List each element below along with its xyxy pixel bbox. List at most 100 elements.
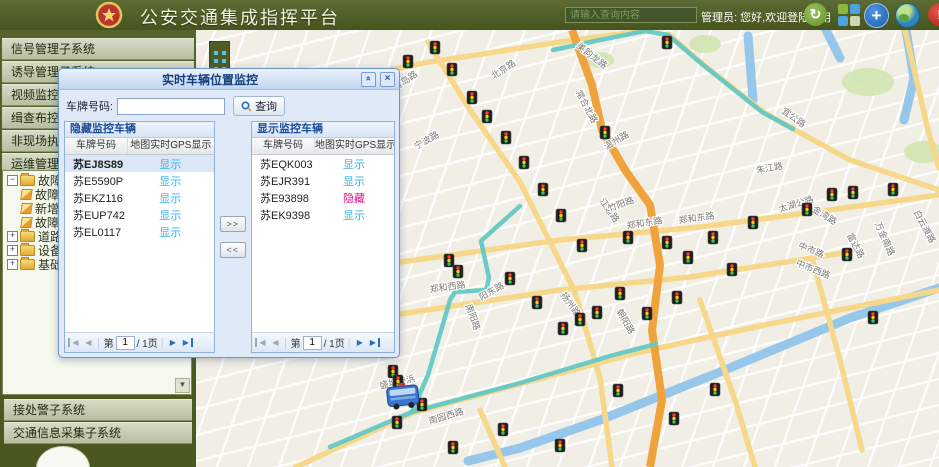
gps-toggle-link[interactable]: 显示 — [343, 210, 365, 222]
traffic-light-icon[interactable] — [662, 236, 672, 249]
dialog-title: 实时车辆位置监控 — [59, 71, 361, 88]
expand-node-icon[interactable]: + — [7, 231, 18, 242]
page-number-input[interactable] — [303, 336, 322, 350]
traffic-light-icon[interactable] — [575, 313, 585, 326]
first-page-icon[interactable]: ◀ — [255, 338, 268, 347]
dialog-titlebar[interactable]: 实时车辆位置监控 « × — [59, 69, 399, 90]
vehicle-row[interactable]: 苏E93898隐藏 — [252, 189, 394, 206]
recycle-icon[interactable]: ↻ — [804, 3, 827, 26]
traffic-light-icon[interactable] — [501, 131, 511, 144]
traffic-light-icon[interactable] — [538, 183, 548, 196]
traffic-light-icon[interactable] — [555, 439, 565, 452]
sidebar-item-0[interactable]: 信号管理子系统 — [2, 38, 194, 60]
traffic-light-icon[interactable] — [444, 254, 454, 267]
traffic-light-icon[interactable] — [392, 416, 402, 429]
last-page-icon[interactable]: ▶ — [367, 338, 380, 347]
scroll-down-icon[interactable]: ▼ — [175, 378, 190, 393]
traffic-light-icon[interactable] — [748, 216, 758, 229]
vehicle-row[interactable]: 苏EK9398显示 — [252, 206, 394, 223]
expand-node-icon[interactable]: + — [7, 245, 18, 256]
gps-toggle-link[interactable]: 显示 — [159, 176, 181, 188]
traffic-light-icon[interactable] — [519, 156, 529, 169]
traffic-light-icon[interactable] — [672, 291, 682, 304]
traffic-light-icon[interactable] — [613, 384, 623, 397]
traffic-light-icon[interactable] — [467, 91, 477, 104]
vehicle-row[interactable]: 苏EUP742显示 — [65, 206, 214, 223]
traffic-light-icon[interactable] — [505, 272, 515, 285]
page-number-input[interactable] — [116, 336, 135, 350]
prev-page-icon[interactable]: ◀ — [270, 338, 281, 347]
page-icon — [20, 203, 33, 214]
vehicle-monitor-dialog: 实时车辆位置监控 « × 车牌号码: 查询 隐藏监控车辆车牌号码地图实时GPS显… — [58, 68, 400, 358]
folder-icon — [20, 175, 35, 186]
gps-toggle-link[interactable]: 显示 — [159, 210, 181, 222]
vehicle-row[interactable]: 苏EJ8S89显示 — [65, 155, 214, 172]
traffic-light-icon[interactable] — [669, 412, 679, 425]
traffic-light-icon[interactable] — [868, 311, 878, 324]
traffic-light-icon[interactable] — [558, 322, 568, 335]
vehicle-row[interactable]: 苏EQK003显示 — [252, 155, 394, 172]
close-icon[interactable]: × — [380, 72, 395, 87]
last-page-icon[interactable]: ▶ — [180, 338, 193, 347]
traffic-light-icon[interactable] — [615, 287, 625, 300]
vehicle-row[interactable]: 苏E5590P显示 — [65, 172, 214, 189]
traffic-light-icon[interactable] — [848, 186, 858, 199]
move-right-button[interactable]: >> — [220, 216, 246, 232]
column-header-gps: 地图实时GPS显示 — [128, 138, 214, 154]
traffic-light-icon[interactable] — [802, 203, 812, 216]
vehicle-row[interactable]: 苏EJR391显示 — [252, 172, 394, 189]
plate-search-row: 车牌号码: 查询 — [66, 94, 395, 118]
traffic-light-icon[interactable] — [532, 296, 542, 309]
traffic-light-icon[interactable] — [482, 110, 492, 123]
sidebar-item-traffic-info[interactable]: 交通信息采集子系统 — [4, 422, 192, 444]
sidebar-item-alarm[interactable]: 接处警子系统 — [4, 399, 192, 421]
traffic-light-icon[interactable] — [498, 423, 508, 436]
traffic-light-icon[interactable] — [710, 383, 720, 396]
traffic-light-icon[interactable] — [727, 263, 737, 276]
alert-icon[interactable]: ! — [928, 3, 939, 26]
next-page-icon[interactable]: ▶ — [354, 338, 365, 347]
traffic-light-icon[interactable] — [842, 248, 852, 261]
traffic-light-icon[interactable] — [556, 209, 566, 222]
gps-toggle-link[interactable]: 隐藏 — [343, 193, 365, 205]
traffic-light-icon[interactable] — [447, 63, 457, 76]
gps-toggle-link[interactable]: 显示 — [159, 193, 181, 205]
query-button[interactable]: 查询 — [233, 96, 285, 116]
move-left-button[interactable]: << — [220, 242, 246, 258]
pager: ◀◀│第/ 1页│▶▶ — [252, 332, 394, 352]
next-page-icon[interactable]: ▶ — [167, 338, 178, 347]
traffic-light-icon[interactable] — [642, 307, 652, 320]
traffic-light-icon[interactable] — [888, 183, 898, 196]
header-search-input[interactable] — [565, 7, 697, 23]
traffic-light-icon[interactable] — [448, 441, 458, 454]
collapse-node-icon[interactable]: − — [7, 175, 18, 186]
plate-input[interactable] — [117, 98, 225, 115]
gps-toggle-link[interactable]: 显示 — [159, 159, 181, 171]
traffic-light-icon[interactable] — [430, 41, 440, 54]
traffic-light-icon[interactable] — [403, 55, 413, 68]
column-header-plate: 车牌号码 — [252, 138, 315, 154]
vehicle-row[interactable]: 苏EL0117显示 — [65, 223, 214, 240]
traffic-light-icon[interactable] — [577, 239, 587, 252]
traffic-light-icon[interactable] — [708, 231, 718, 244]
traffic-light-icon[interactable] — [827, 188, 837, 201]
gps-toggle-link[interactable]: 显示 — [159, 227, 181, 239]
collapse-icon[interactable]: « — [361, 72, 376, 87]
first-page-icon[interactable]: ◀ — [68, 338, 81, 347]
traffic-light-icon[interactable] — [683, 251, 693, 264]
expand-node-icon[interactable]: + — [7, 259, 18, 270]
gps-toggle-link[interactable]: 显示 — [343, 176, 365, 188]
prev-page-icon[interactable]: ◀ — [83, 338, 94, 347]
traffic-light-icon[interactable] — [662, 36, 672, 49]
globe-icon[interactable] — [895, 3, 920, 28]
traffic-light-icon[interactable] — [453, 265, 463, 278]
traffic-light-icon[interactable] — [592, 306, 602, 319]
transfer-panels: 隐藏监控车辆车牌号码地图实时GPS显示苏EJ8S89显示苏E5590P显示苏EK… — [64, 121, 395, 353]
gps-toggle-link[interactable]: 显示 — [343, 159, 365, 171]
apps-grid-icon[interactable] — [837, 3, 860, 26]
add-icon[interactable]: + — [864, 3, 889, 28]
folder-icon — [20, 259, 35, 270]
vehicle-row[interactable]: 苏EKZ116显示 — [65, 189, 214, 206]
traffic-light-icon[interactable] — [623, 231, 633, 244]
traffic-light-icon[interactable] — [600, 126, 610, 139]
